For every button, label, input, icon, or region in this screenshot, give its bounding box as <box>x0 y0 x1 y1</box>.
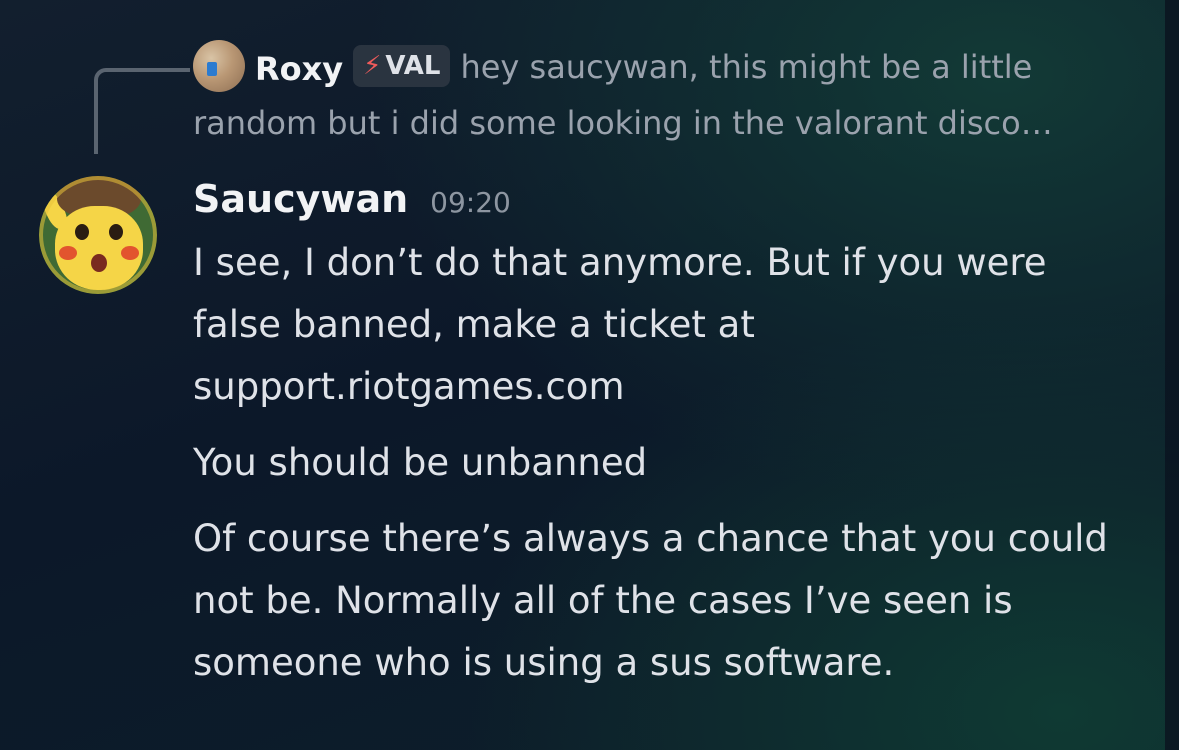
reply-author-name[interactable]: Roxy <box>255 50 343 88</box>
author-avatar[interactable] <box>39 176 157 294</box>
reply-connector-line <box>94 68 190 154</box>
lightning-icon: ⚡ <box>363 51 382 81</box>
reply-preview[interactable]: Roxy ⚡ VAL hey saucywan, this might be a li… <box>193 40 1153 150</box>
message-author-name[interactable]: Saucywan <box>193 177 408 221</box>
avatar-decoration-ring <box>39 176 157 294</box>
message-paragraph-1: I see, I don’t do that anymore. But if y… <box>193 241 1047 408</box>
message: Saucywan 09:20 I see, I don’t do that any… <box>193 170 1133 708</box>
scrollbar-track[interactable] <box>1165 0 1179 750</box>
message-header: Saucywan 09:20 <box>193 170 1133 232</box>
server-tag-badge[interactable]: ⚡ VAL <box>353 45 451 87</box>
message-timestamp[interactable]: 09:20 <box>430 186 511 219</box>
message-paragraph-2: You should be unbanned <box>193 441 648 484</box>
server-tag-label: VAL <box>385 51 441 81</box>
message-paragraph-3: Of course there’s always a chance that y… <box>193 517 1108 684</box>
reply-author-avatar[interactable] <box>193 40 245 92</box>
